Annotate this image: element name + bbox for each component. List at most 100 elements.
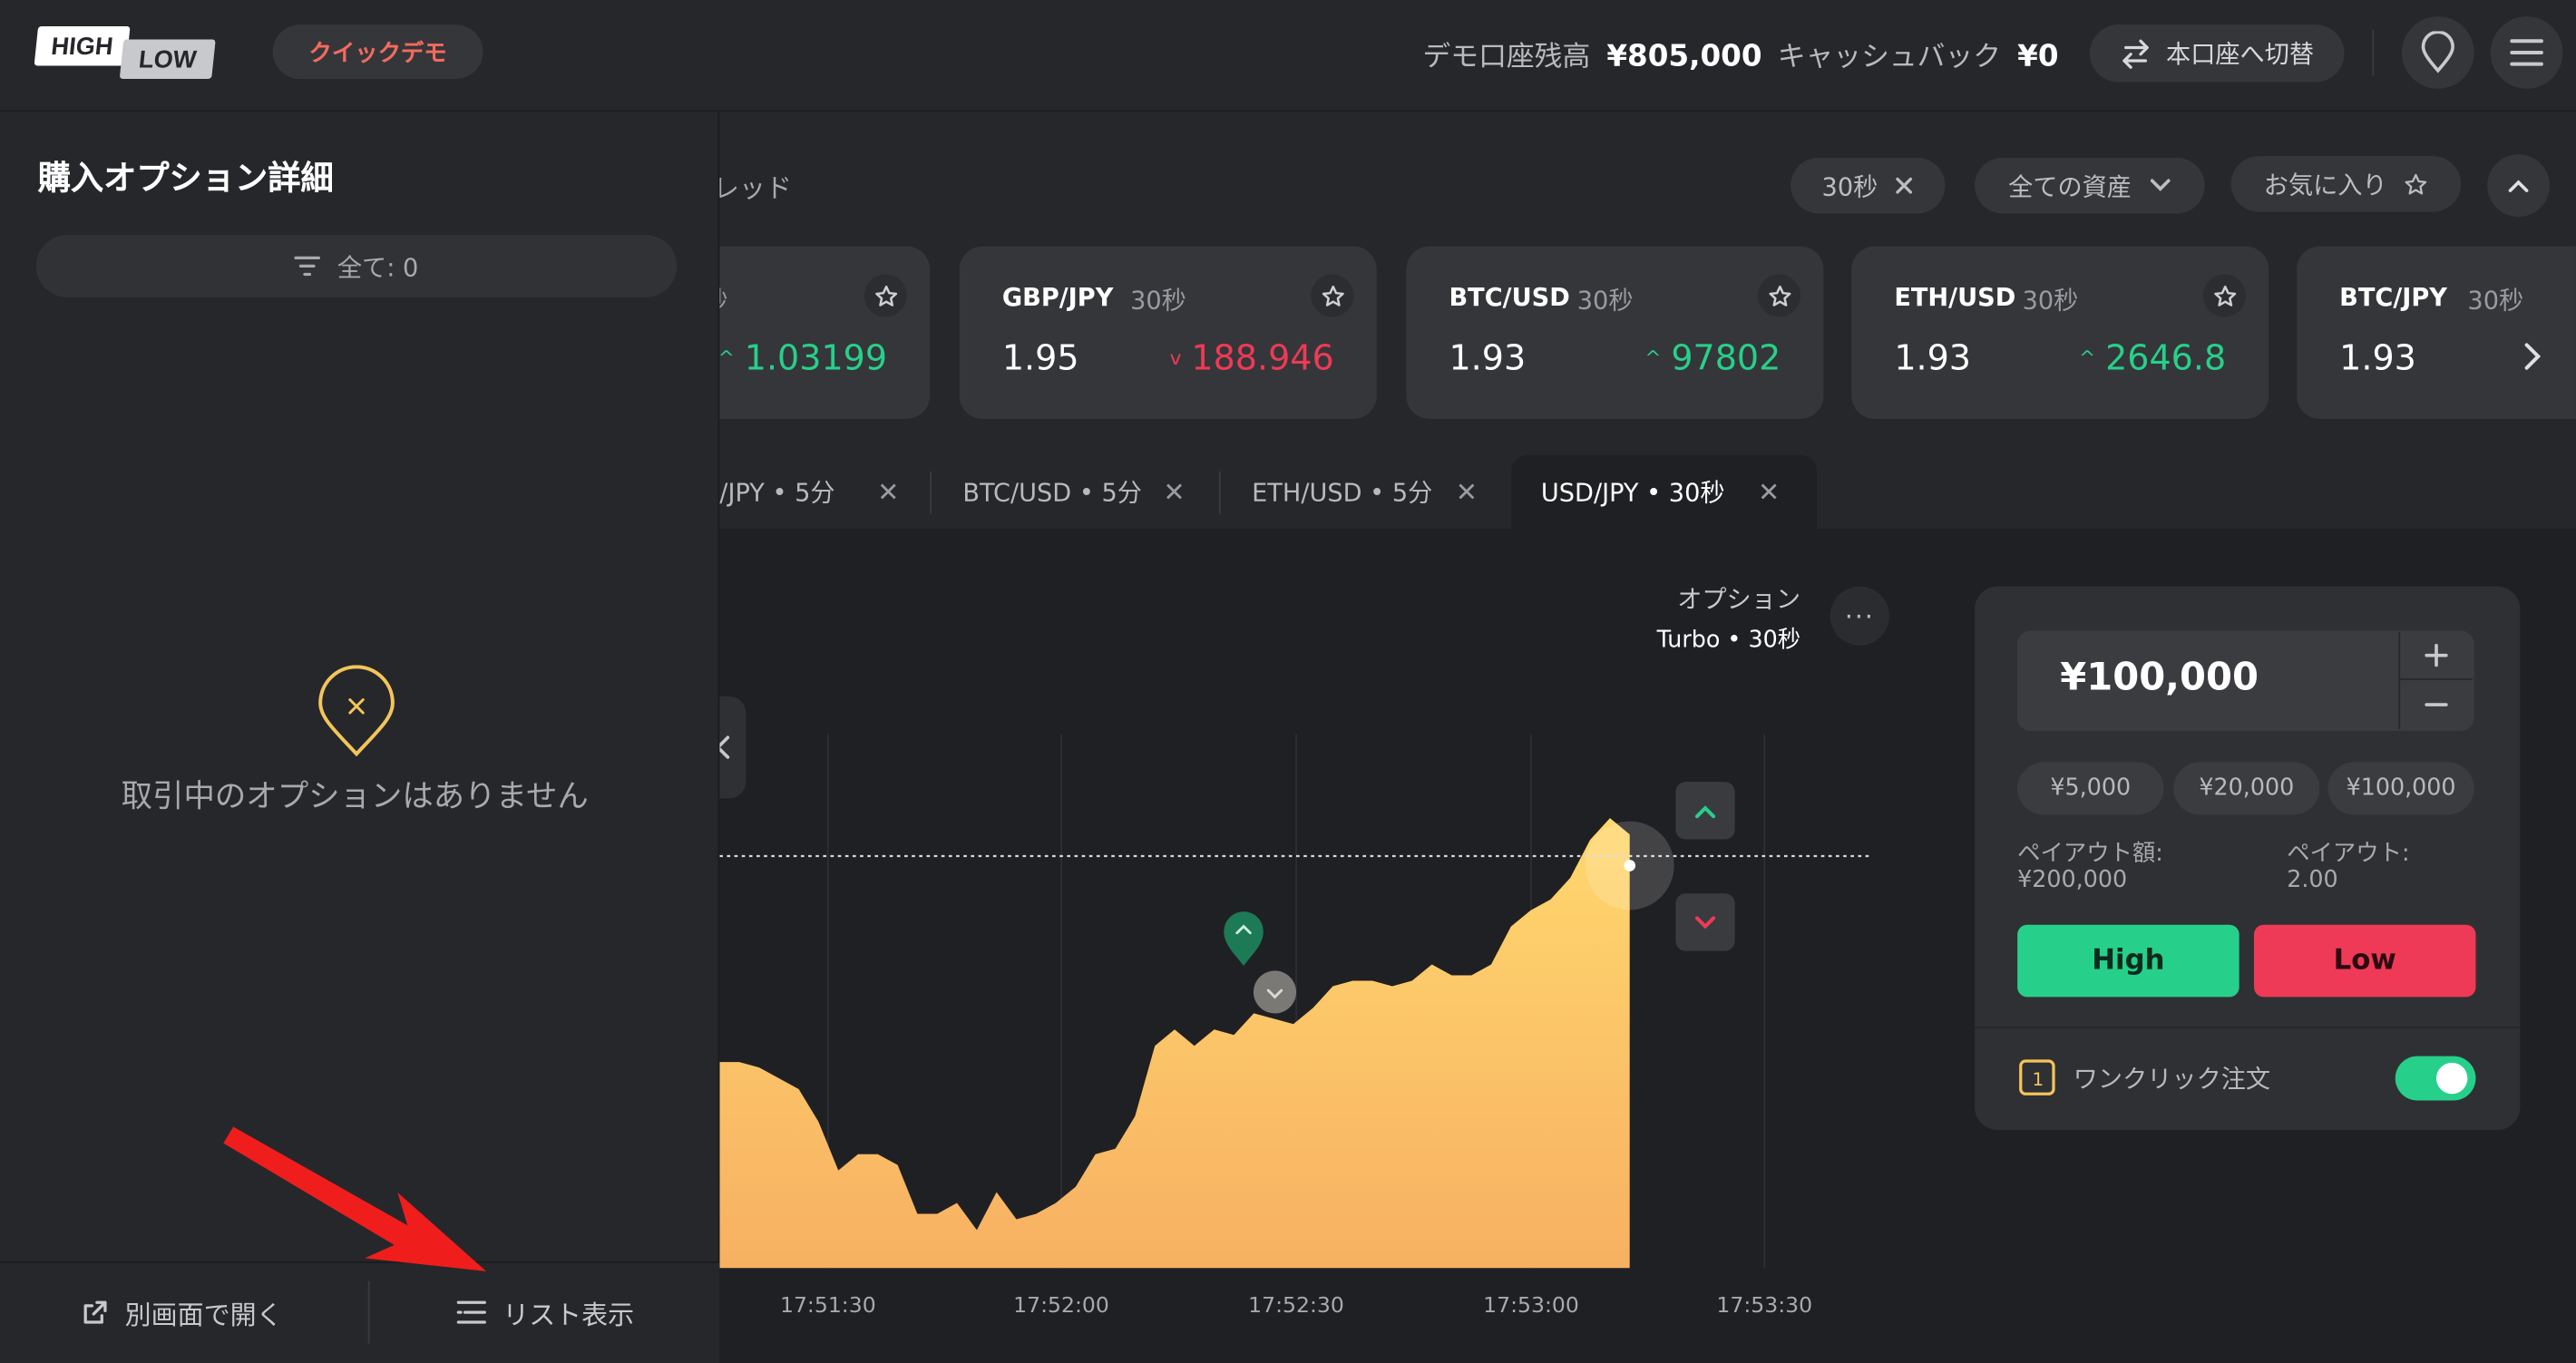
location-button[interactable] [2401, 16, 2474, 89]
asset-card-duration: 30秒 [2467, 286, 2524, 316]
caret-up-icon: ^ [1644, 346, 1662, 370]
tab-divider [930, 471, 932, 514]
price-area [719, 818, 1630, 1269]
logo-low-text: LOW [137, 44, 199, 73]
star-icon[interactable] [864, 274, 907, 317]
minus-icon [2425, 700, 2448, 706]
payout-rate: ペイアウト: 2.00 [2287, 841, 2409, 893]
swap-arrows-icon [2120, 38, 2152, 69]
preset-20000[interactable]: ¥20,000 [2173, 762, 2320, 815]
tab-btcusd-5m[interactable]: BTC/USD • 5分 ✕ [962, 455, 1219, 530]
low-entry-marker [1253, 970, 1297, 1014]
asset-card-duration: 30秒 [2022, 286, 2079, 316]
asset-card-price: v 188.946 [1169, 338, 1334, 378]
all-assets-dropdown[interactable]: 全ての資産 [1975, 157, 2205, 214]
asset-card-price: ^ 97802 [1644, 338, 1781, 378]
logo[interactable]: HIGH LOW [34, 25, 217, 79]
current-price-dot [1624, 860, 1636, 871]
balance-value: ¥805,000 [1606, 39, 1762, 74]
amount-value: ¥100,000 [2060, 657, 2259, 700]
cashback-value: ¥0 [2017, 39, 2059, 74]
switch-account-label: 本口座へ切替 [2166, 39, 2315, 70]
hamburger-icon [2509, 38, 2545, 68]
asset-card-ethusd[interactable]: ETH/USD 30秒 1.93 ^ 2646.8 [1851, 246, 2269, 419]
x-tick-label: 17:53:30 [1716, 1292, 1812, 1318]
star-icon[interactable] [1311, 274, 1354, 317]
chevron-down-icon [2148, 178, 2171, 194]
header-divider [2372, 29, 2375, 76]
quick-demo-badge[interactable]: クイックデモ [272, 24, 483, 79]
star-icon [2404, 171, 2428, 196]
chart-low-button[interactable] [1675, 893, 1735, 951]
payout-amount-label: ペイアウト額: [2017, 841, 2163, 868]
asset-card-payout: 1.93 [1449, 338, 1527, 378]
star-icon[interactable] [2202, 274, 2246, 317]
tab-usdjpy-30s[interactable]: USD/JPY • 30秒 ✕ [1511, 454, 1818, 530]
x-tick-label: 17:53:00 [1483, 1292, 1579, 1318]
empty-state-icon [317, 665, 396, 761]
caret-down-icon: v [1169, 346, 1182, 370]
asset-card-pair: BTC/USD [1449, 282, 1570, 313]
price-chart[interactable]: 17:51:30 17:52:00 17:52:30 17:53:00 17:53:30 [719, 529, 1968, 1363]
x-tick-label: 17:52:30 [1248, 1292, 1344, 1318]
asset-card-price: ^ 1.03199 [717, 338, 888, 378]
star-icon[interactable] [1757, 274, 1801, 317]
chart-tabs: /JPY • 5分 ✕ BTC/USD • 5分 ✕ ETH/USD • 5分 … [719, 454, 2576, 530]
empty-state-message: 取引中のオプションはありません [121, 778, 589, 815]
amount-stepper [2398, 632, 2473, 730]
favorites-label: お気に入り [2263, 170, 2387, 200]
list-icon [456, 1300, 487, 1326]
external-link-icon [83, 1300, 109, 1326]
plus-icon [2425, 643, 2448, 667]
options-filter[interactable]: 全て: 0 [35, 235, 678, 297]
caret-up-icon: ^ [2078, 346, 2096, 370]
close-icon[interactable]: ✕ [1758, 476, 1780, 507]
panel-title: 購入オプション詳細 [37, 157, 334, 198]
chart-series [719, 818, 1630, 1269]
switch-account-button[interactable]: 本口座へ切替 [2089, 24, 2345, 83]
x-tick-label: 17:52:00 [1013, 1292, 1109, 1318]
favorites-filter[interactable]: お気に入り [2230, 156, 2462, 212]
close-icon[interactable]: ✕ [1163, 476, 1185, 507]
footer-divider [367, 1280, 370, 1344]
cashback-label: キャッシュバック [1777, 41, 2002, 74]
tab-ethusd-5m[interactable]: ETH/USD • 5分 ✕ [1252, 455, 1508, 530]
one-click-toggle[interactable] [2395, 1056, 2476, 1101]
trade-panel-divider [1975, 1027, 2521, 1028]
amount-input[interactable]: ¥100,000 [2017, 630, 2474, 731]
preset-5000[interactable]: ¥5,000 [2017, 762, 2164, 815]
duration-filter-chip[interactable]: 30秒 [1791, 157, 1946, 214]
chevron-down-icon [1693, 914, 1716, 930]
asset-card-pair: ETH/USD [1894, 282, 2016, 313]
asset-card-payout: 1.93 [1894, 338, 1972, 378]
menu-button[interactable] [2490, 16, 2563, 89]
decrement-button[interactable] [2400, 680, 2473, 728]
x-tick-label: 17:51:30 [780, 1292, 876, 1318]
asset-card-gbpjpy[interactable]: GBP/JPY 30秒 1.95 v 188.946 [959, 246, 1377, 419]
chevron-right-icon [2522, 340, 2542, 373]
asset-card-btcusd[interactable]: BTC/USD 30秒 1.93 ^ 97802 [1406, 246, 1824, 419]
low-button[interactable]: Low [2253, 924, 2476, 998]
collapse-cards-button[interactable] [2487, 154, 2550, 218]
cards-next-button[interactable] [2507, 328, 2556, 385]
preset-100000[interactable]: ¥100,000 [2327, 762, 2474, 815]
tab-jpy-5m[interactable]: /JPY • 5分 ✕ [719, 455, 930, 530]
svg-text:1: 1 [2032, 1069, 2044, 1090]
caret-up-icon: ^ [717, 346, 735, 370]
chart-high-button[interactable] [1675, 782, 1735, 840]
high-button[interactable]: High [2017, 924, 2239, 998]
increment-button[interactable] [2400, 632, 2473, 680]
tab-divider [1218, 471, 1221, 514]
balance-label: デモ口座残高 [1422, 41, 1591, 74]
chevron-up-icon [2507, 178, 2530, 194]
payout-rate-label: ペイアウト: [2287, 841, 2410, 868]
one-click-row: 1 ワンクリック注文 [2017, 1057, 2270, 1096]
chart-x-ticks: 17:51:30 17:52:00 17:52:30 17:53:00 17:53:30 [780, 1292, 1812, 1318]
asset-card-payout: 1.93 [2339, 338, 2416, 378]
close-icon[interactable]: ✕ [1456, 476, 1478, 507]
one-click-label: ワンクリック注文 [2073, 1063, 2271, 1094]
one-click-icon: 1 [2017, 1057, 2056, 1096]
close-icon[interactable]: ✕ [877, 476, 899, 507]
close-icon[interactable] [1894, 176, 1914, 196]
asset-card-price: ^ 2646.8 [2078, 338, 2227, 378]
